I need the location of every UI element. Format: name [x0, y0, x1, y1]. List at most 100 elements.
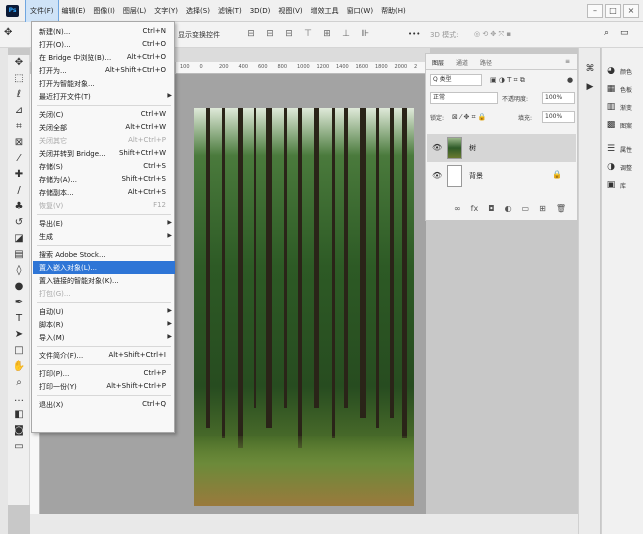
file-menu-item[interactable]: 关闭(C) Ctrl+W — [33, 108, 175, 121]
menu-item[interactable]: 图像(I) — [89, 0, 119, 22]
file-menu-item[interactable]: 置入链接的智能对象(K)... — [33, 274, 175, 287]
layer-row-trees[interactable]: 👁 树 — [427, 134, 576, 162]
menu-item[interactable]: 图层(L) — [119, 0, 150, 22]
menu-item[interactable]: 窗口(W) — [343, 0, 377, 22]
file-menu-item[interactable]: 文件简介(F)... Alt+Shift+Ctrl+I — [33, 349, 175, 362]
file-menu-item[interactable]: 打印一份(Y) Alt+Shift+Ctrl+P — [33, 380, 175, 393]
group-icon[interactable]: ▭ — [522, 204, 530, 213]
menu-item[interactable]: 选择(S) — [182, 0, 214, 22]
workspace-icon[interactable]: ▭ — [620, 28, 629, 38]
file-menu-item[interactable]: 存储(S) Ctrl+S — [33, 160, 175, 173]
marquee-tool-icon[interactable]: ⬚ — [8, 71, 30, 87]
history-icon[interactable]: ⌘ — [579, 60, 601, 78]
menu-item[interactable]: 增效工具 — [307, 0, 343, 22]
align-center-icon[interactable]: ⊟ — [265, 29, 275, 39]
menu-item[interactable]: 编辑(E) — [58, 0, 90, 22]
panel-button[interactable]: ▥ 渐变 — [604, 100, 643, 114]
file-menu-item[interactable]: 打开为智能对象... — [33, 77, 175, 90]
file-menu-item[interactable]: 存储为(A)... Shift+Ctrl+S — [33, 173, 175, 186]
tab-channels[interactable]: 通道 — [456, 58, 468, 67]
fx-icon[interactable]: fx — [471, 204, 479, 213]
frame-tool-icon[interactable]: ⊠ — [8, 135, 30, 151]
foreground-background-color-icon[interactable]: ◧ — [8, 407, 30, 423]
hand-tool-icon[interactable]: ✋ — [8, 359, 30, 375]
file-menu-item[interactable]: 自动(U) ▶ — [33, 305, 175, 318]
gradient-tool-icon[interactable]: ▤ — [8, 247, 30, 263]
crop-tool-icon[interactable]: ⌗ — [8, 119, 30, 135]
file-menu-item[interactable]: 导入(M) ▶ — [33, 331, 175, 344]
menu-item[interactable]: 帮助(H) — [377, 0, 410, 22]
align-top-icon[interactable]: ⊤ — [303, 29, 313, 39]
file-menu-item[interactable]: 打印(P)... Ctrl+P — [33, 367, 175, 380]
healing-brush-tool-icon[interactable]: ✚ — [8, 167, 30, 183]
menu-item[interactable]: 视图(V) — [274, 0, 306, 22]
close-button[interactable]: × — [623, 4, 639, 18]
panel-menu-icon[interactable]: ≡ — [565, 58, 570, 65]
panel-button[interactable]: ▦ 色板 — [604, 82, 643, 96]
panel-button[interactable]: ◕ 颜色 — [604, 64, 643, 78]
more-options-button[interactable]: ••• — [408, 30, 420, 38]
file-menu-item[interactable]: 置入嵌入对象(L)... — [33, 261, 175, 274]
zoom-tool-icon[interactable]: ⌕ — [8, 375, 30, 391]
file-menu-item[interactable]: 关闭全部 Alt+Ctrl+W — [33, 121, 175, 134]
rectangle-tool-icon[interactable]: □ — [8, 343, 30, 359]
search-icon[interactable]: ⌕ — [604, 28, 609, 38]
file-menu-item[interactable]: 关闭并转到 Bridge... Shift+Ctrl+W — [33, 147, 175, 160]
visibility-eye-icon[interactable]: 👁 — [432, 143, 442, 152]
lasso-tool-icon[interactable]: ℓ — [8, 87, 30, 103]
history-brush-tool-icon[interactable]: ↺ — [8, 215, 30, 231]
file-menu-item[interactable]: 退出(X) Ctrl+Q — [33, 398, 175, 411]
file-menu-item[interactable]: 打开(O)... Ctrl+O — [33, 38, 175, 51]
show-transform-controls[interactable]: 显示变换控件 — [178, 30, 220, 40]
mask-icon[interactable]: ◘ — [488, 204, 494, 213]
brush-tool-icon[interactable]: / — [8, 183, 30, 199]
opacity-input[interactable]: 100% — [542, 92, 575, 104]
layer-row-background[interactable]: 👁 背景 🔒 — [427, 162, 576, 190]
path-selection-tool-icon[interactable]: ➤ — [8, 327, 30, 343]
tab-layers[interactable]: 图层 — [432, 58, 444, 67]
maximize-button[interactable]: □ — [605, 4, 621, 18]
new-layer-icon[interactable]: ⊞ — [539, 204, 546, 213]
fill-input[interactable]: 100% — [542, 111, 575, 123]
menu-item[interactable]: 文件(F) — [25, 0, 59, 23]
align-middle-icon[interactable]: ⊞ — [322, 29, 332, 39]
quick-select-tool-icon[interactable]: ⊿ — [8, 103, 30, 119]
file-menu-item[interactable]: 最近打开文件(T) ▶ — [33, 90, 175, 103]
move-tool-icon[interactable]: ✥ — [4, 27, 12, 38]
filter-toggle-icon[interactable]: ● — [567, 76, 573, 84]
file-menu-item[interactable]: 存储副本... Alt+Ctrl+S — [33, 186, 175, 199]
align-bottom-icon[interactable]: ⊥ — [341, 29, 351, 39]
file-menu-item[interactable]: 打开为... Alt+Shift+Ctrl+O — [33, 64, 175, 77]
clone-stamp-tool-icon[interactable]: ♣ — [8, 199, 30, 215]
panel-button[interactable]: ▣ 库 — [604, 178, 643, 192]
quick-mask-icon[interactable]: ◙ — [8, 423, 30, 439]
file-menu-item[interactable]: 生成 ▶ — [33, 230, 175, 243]
menu-item[interactable]: 文字(Y) — [150, 0, 182, 22]
panel-button[interactable]: ▩ 图案 — [604, 118, 643, 132]
lock-icons[interactable]: ⊠ ⁄ ✥ ⌗ 🔒 — [452, 113, 486, 122]
adjustment-icon[interactable]: ◐ — [505, 204, 512, 213]
distribute-icon[interactable]: ⊪ — [360, 29, 370, 39]
eraser-tool-icon[interactable]: ◪ — [8, 231, 30, 247]
align-left-icon[interactable]: ⊟ — [246, 29, 256, 39]
visibility-eye-icon[interactable]: 👁 — [432, 171, 442, 180]
eyedropper-tool-icon[interactable]: ⁄ — [8, 151, 30, 167]
file-menu-item[interactable]: 新建(N)... Ctrl+N — [33, 25, 175, 38]
file-menu-item[interactable]: 脚本(R) ▶ — [33, 318, 175, 331]
screen-mode-icon[interactable]: ▭ — [8, 439, 30, 455]
menu-item[interactable]: 3D(D) — [246, 0, 275, 22]
file-menu-item[interactable]: 搜索 Adobe Stock... — [33, 248, 175, 261]
blend-mode-select[interactable]: 正常 — [430, 92, 498, 104]
filter-icons[interactable]: ▣ ◑ T ⌗ ⧉ — [490, 76, 525, 85]
trash-icon[interactable]: 🗑 — [556, 204, 566, 213]
minimize-button[interactable]: – — [587, 4, 603, 18]
move-tool-icon[interactable]: ✥ — [8, 55, 30, 71]
panel-button[interactable]: ☰ 属性 — [604, 142, 643, 156]
pen-tool-icon[interactable]: ✒ — [8, 295, 30, 311]
forest-image[interactable] — [194, 108, 414, 506]
file-menu-item[interactable]: 在 Bridge 中浏览(B)... Alt+Ctrl+O — [33, 51, 175, 64]
dodge-tool-icon[interactable]: ● — [8, 279, 30, 295]
menu-item[interactable]: 滤镜(T) — [214, 0, 246, 22]
type-tool-icon[interactable]: T — [8, 311, 30, 327]
file-menu-item[interactable]: 导出(E) ▶ — [33, 217, 175, 230]
